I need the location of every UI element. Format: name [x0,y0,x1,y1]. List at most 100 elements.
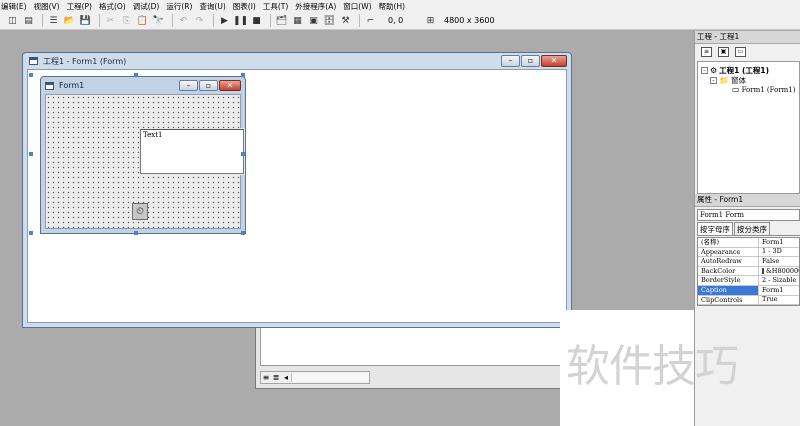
property-value[interactable]: 1 - 3D [759,248,799,257]
add-form-icon[interactable]: ▤ [22,14,35,27]
scroll-left-icon[interactable]: ◂ [281,373,291,382]
view-object-icon[interactable]: ▣ [718,46,729,57]
project-tree: - ⚙ 工程1 (工程1) - 📁 窗体 ▭ Form1 (Form1) [697,61,800,194]
resize-handle[interactable] [29,73,33,77]
tab-alphabetic[interactable]: 按字母序 [697,222,733,235]
menu-item[interactable]: 视图(V) [31,1,64,12]
object-browser-icon[interactable]: 🗄 [323,14,336,27]
menu-item[interactable]: 帮助(H) [376,1,410,12]
property-name: (名称) [698,238,759,247]
timer-control-icon[interactable]: ⏲ [132,203,148,220]
code-view-switcher: ≡ ≣ ◂ [260,371,370,384]
procedure-view-icon[interactable]: ≡ [261,373,271,382]
project-explorer-panel: 工程 - 工程1 ≡ ▣ ▭ - ⚙ 工程1 (工程1) - 📁 窗体 ▭ Fo… [694,31,800,194]
menu-item[interactable]: 图表(I) [230,1,260,12]
property-row[interactable]: AutoRedraw False [698,257,799,267]
tree-node-form1[interactable]: ▭ Form1 (Form1) [732,85,796,94]
property-value-text: False [762,257,780,265]
add-project-icon[interactable]: ◫ [6,14,19,27]
position-icon: ⌐ [366,15,375,26]
property-row[interactable]: BorderStyle 2 - Sizable [698,276,799,286]
toggle-folders-icon[interactable]: ▭ [735,46,746,57]
end-icon[interactable]: ■ [250,14,263,27]
undo-icon[interactable]: ↶ [177,14,190,27]
property-row[interactable]: Appearance 1 - 3D [698,247,799,258]
cut-icon[interactable]: ✂ [104,14,117,27]
redo-icon[interactable]: ↷ [193,14,206,27]
property-value[interactable]: True [759,296,799,305]
resize-handle[interactable] [241,231,245,235]
expander-icon[interactable]: - [710,77,717,84]
open-project-icon[interactable]: 📂 [63,14,76,27]
form1-window[interactable]: Form1 – ▫ ✕ Text1 ⏲ [40,76,246,234]
property-row[interactable]: (名称) Form1 [698,238,799,248]
resize-handle[interactable] [241,152,245,156]
start-icon[interactable]: ▶ [218,14,231,27]
break-icon[interactable]: ❚❚ [233,14,248,27]
properties-window-icon[interactable]: ▦ [291,14,304,27]
find-icon[interactable]: 🔭 [152,14,165,27]
close-button[interactable]: ✕ [541,55,567,67]
horizontal-scrollbar[interactable] [291,373,369,382]
menu-item[interactable]: 窗口(W) [340,1,375,12]
menu-item[interactable]: 格式(O) [96,1,130,12]
form1-window-controls: – ▫ ✕ [178,80,241,91]
properties-tabs: 按字母序 按分类序 [697,222,800,236]
menu-item[interactable]: 运行(R) [163,1,196,12]
property-row[interactable]: BackColor&H8000000 [698,266,799,277]
resize-handle[interactable] [134,73,138,77]
project-explorer-icon[interactable]: 🗂 [275,14,288,27]
form-layout-icon[interactable]: ▣ [307,14,320,27]
position-readout: 0, 0 [388,16,404,25]
object-selector[interactable]: Form1 Form [697,209,800,221]
paste-icon[interactable]: 📋 [136,14,149,27]
property-name: AutoRedraw [698,257,759,266]
resize-handle[interactable] [29,231,33,235]
toolbar-separator [42,14,43,27]
menu-item[interactable]: 工具(T) [260,1,292,12]
save-project-icon[interactable]: 💾 [79,14,92,27]
resize-handle[interactable] [241,73,245,77]
toolbar-separator [172,14,173,27]
menu-item[interactable]: 调试(D) [130,1,164,12]
property-value[interactable]: &H8000000 [759,267,799,276]
menu-item[interactable]: 工程(P) [64,1,96,12]
property-value-text: &H8000000 [766,266,799,275]
minimize-button[interactable]: – [501,55,520,67]
tree-node-label: Form1 (Form1) [741,85,796,94]
form-node-icon: ▭ [732,85,740,94]
tab-categorized[interactable]: 按分类序 [734,222,770,235]
property-value[interactable]: Form1 [759,238,799,247]
folder-icon: 📁 [719,76,729,85]
menu-item[interactable]: 查询(U) [196,1,229,12]
full-module-view-icon[interactable]: ≣ [271,373,281,382]
resize-handle[interactable] [29,152,33,156]
form-designer-window[interactable]: 工程1 - Form1 (Form) – ▫ ✕ Form1 – ▫ ✕ Tex… [22,52,572,328]
toolbar-separator [213,14,214,27]
maximize-button[interactable]: ▫ [521,55,540,67]
form1-maximize-button[interactable]: ▫ [199,80,218,91]
view-code-icon[interactable]: ≡ [701,46,712,57]
menu-editor-icon[interactable]: ☰ [47,14,60,27]
property-row[interactable]: Caption Form1 [698,285,799,296]
text1-textbox[interactable]: Text1 [139,128,245,175]
toolbar-separator [99,14,100,27]
designer-canvas[interactable]: Form1 – ▫ ✕ Text1 ⏲ [27,69,567,323]
form1-minimize-button[interactable]: – [179,80,198,91]
expander-icon[interactable]: - [701,67,708,74]
copy-icon[interactable]: ⎘ [120,14,133,27]
menu-item[interactable]: 编辑(E) [0,1,31,12]
property-row[interactable]: ClipControls True [698,295,799,306]
watermark-text: 软件技巧 [566,341,739,392]
property-value[interactable]: 2 - Sizable [759,276,799,285]
form1-close-button[interactable]: ✕ [219,80,241,91]
designer-window-controls: – ▫ ✕ [500,55,567,67]
property-value-text: Form1 [762,238,784,246]
resize-handle[interactable] [134,231,138,235]
menu-item[interactable]: 外接程序(A) [292,1,340,12]
property-value[interactable]: Form1 [759,286,799,295]
designer-title-bar[interactable]: 工程1 - Form1 (Form) [23,53,571,69]
form1-grid-surface[interactable]: Text1 ⏲ [45,94,245,229]
toolbox-icon[interactable]: ⚒ [339,14,352,27]
property-value[interactable]: False [759,257,799,266]
